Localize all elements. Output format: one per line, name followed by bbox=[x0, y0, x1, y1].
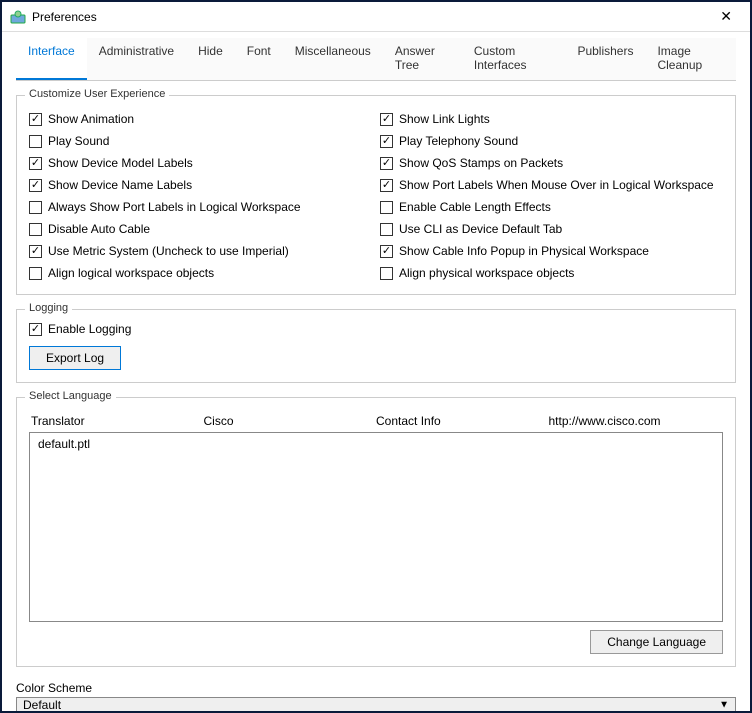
checkbox-left-3[interactable]: Show Device Name Labels bbox=[29, 176, 372, 194]
tab-publishers[interactable]: Publishers bbox=[565, 38, 645, 80]
checkbox-box[interactable] bbox=[380, 223, 393, 236]
checkbox-box[interactable] bbox=[380, 113, 393, 126]
ux-group: Customize User Experience Show Animation… bbox=[16, 95, 736, 295]
checkbox-label: Show Animation bbox=[48, 112, 134, 126]
checkbox-left-1[interactable]: Play Sound bbox=[29, 132, 372, 150]
checkbox-right-2[interactable]: Show QoS Stamps on Packets bbox=[380, 154, 723, 172]
checkbox-label: Play Sound bbox=[48, 134, 109, 148]
checkbox-box[interactable] bbox=[29, 323, 42, 336]
checkbox-label: Align logical workspace objects bbox=[48, 266, 214, 280]
ux-checkbox-grid: Show Animation Show Link Lights Play Sound… bbox=[29, 110, 723, 282]
close-button[interactable]: ✕ bbox=[710, 4, 742, 29]
checkbox-box[interactable] bbox=[29, 245, 42, 258]
enable-logging-checkbox[interactable]: Enable Logging bbox=[29, 320, 723, 338]
tab-bar: InterfaceAdministrativeHideFontMiscellan… bbox=[16, 38, 736, 81]
checkbox-label: Play Telephony Sound bbox=[399, 134, 518, 148]
change-language-button[interactable]: Change Language bbox=[590, 630, 723, 654]
checkbox-box[interactable] bbox=[29, 157, 42, 170]
window-title: Preferences bbox=[32, 10, 710, 24]
checkbox-left-4[interactable]: Always Show Port Labels in Logical Works… bbox=[29, 198, 372, 216]
tab-administrative[interactable]: Administrative bbox=[87, 38, 186, 80]
checkbox-label: Show Port Labels When Mouse Over in Logi… bbox=[399, 178, 714, 192]
color-scheme-label: Color Scheme bbox=[16, 681, 736, 695]
tab-font[interactable]: Font bbox=[235, 38, 283, 80]
preferences-window: Preferences ✕ InterfaceAdministrativeHid… bbox=[0, 0, 752, 713]
checkbox-box[interactable] bbox=[29, 267, 42, 280]
checkbox-box[interactable] bbox=[29, 223, 42, 236]
lang-header-contact: Contact Info bbox=[376, 414, 549, 428]
checkbox-left-0[interactable]: Show Animation bbox=[29, 110, 372, 128]
export-log-button[interactable]: Export Log bbox=[29, 346, 121, 370]
checkbox-label: Use Metric System (Uncheck to use Imperi… bbox=[48, 244, 289, 258]
checkbox-label: Disable Auto Cable bbox=[48, 222, 150, 236]
checkbox-right-6[interactable]: Show Cable Info Popup in Physical Worksp… bbox=[380, 242, 723, 260]
tab-hide[interactable]: Hide bbox=[186, 38, 235, 80]
logging-group: Logging Enable Logging Export Log bbox=[16, 309, 736, 383]
content-area: InterfaceAdministrativeHideFontMiscellan… bbox=[2, 32, 750, 711]
lang-header-translator: Translator bbox=[31, 414, 204, 428]
checkbox-right-7[interactable]: Align physical workspace objects bbox=[380, 264, 723, 282]
app-icon bbox=[10, 9, 26, 25]
language-group: Select Language Translator Cisco Contact… bbox=[16, 397, 736, 667]
checkbox-label: Show Link Lights bbox=[399, 112, 490, 126]
checkbox-label: Use CLI as Device Default Tab bbox=[399, 222, 562, 236]
checkbox-label: Enable Cable Length Effects bbox=[399, 200, 551, 214]
checkbox-left-6[interactable]: Use Metric System (Uncheck to use Imperi… bbox=[29, 242, 372, 260]
checkbox-label: Always Show Port Labels in Logical Works… bbox=[48, 200, 301, 214]
checkbox-box[interactable] bbox=[29, 179, 42, 192]
checkbox-label: Show Device Name Labels bbox=[48, 178, 192, 192]
checkbox-right-5[interactable]: Use CLI as Device Default Tab bbox=[380, 220, 723, 238]
checkbox-box[interactable] bbox=[380, 135, 393, 148]
tab-interface[interactable]: Interface bbox=[16, 38, 87, 80]
titlebar: Preferences ✕ bbox=[2, 2, 750, 32]
checkbox-box[interactable] bbox=[380, 245, 393, 258]
checkbox-box[interactable] bbox=[380, 201, 393, 214]
language-list[interactable]: default.ptl bbox=[29, 432, 723, 622]
checkbox-label: Show Device Model Labels bbox=[48, 156, 193, 170]
checkbox-label: Show Cable Info Popup in Physical Worksp… bbox=[399, 244, 649, 258]
checkbox-label: Align physical workspace objects bbox=[399, 266, 574, 280]
language-item[interactable]: default.ptl bbox=[38, 437, 714, 451]
ux-group-title: Customize User Experience bbox=[25, 88, 169, 100]
tab-miscellaneous[interactable]: Miscellaneous bbox=[283, 38, 383, 80]
tab-custom-interfaces[interactable]: Custom Interfaces bbox=[462, 38, 566, 80]
color-scheme-value: Default bbox=[23, 698, 61, 711]
logging-group-title: Logging bbox=[25, 302, 72, 314]
checkbox-left-5[interactable]: Disable Auto Cable bbox=[29, 220, 372, 238]
color-scheme-combo[interactable]: Default ▼ bbox=[16, 697, 736, 711]
lang-header-url: http://www.cisco.com bbox=[549, 414, 722, 428]
checkbox-box[interactable] bbox=[29, 135, 42, 148]
checkbox-label: Show QoS Stamps on Packets bbox=[399, 156, 563, 170]
language-headers: Translator Cisco Contact Info http://www… bbox=[29, 414, 723, 432]
checkbox-right-0[interactable]: Show Link Lights bbox=[380, 110, 723, 128]
checkbox-right-3[interactable]: Show Port Labels When Mouse Over in Logi… bbox=[380, 176, 723, 194]
checkbox-box[interactable] bbox=[29, 201, 42, 214]
checkbox-left-2[interactable]: Show Device Model Labels bbox=[29, 154, 372, 172]
checkbox-box[interactable] bbox=[380, 179, 393, 192]
checkbox-box[interactable] bbox=[380, 157, 393, 170]
checkbox-box[interactable] bbox=[29, 113, 42, 126]
tab-image-cleanup[interactable]: Image Cleanup bbox=[645, 38, 736, 80]
checkbox-box[interactable] bbox=[380, 267, 393, 280]
checkbox-left-7[interactable]: Align logical workspace objects bbox=[29, 264, 372, 282]
checkbox-right-4[interactable]: Enable Cable Length Effects bbox=[380, 198, 723, 216]
checkbox-label: Enable Logging bbox=[48, 322, 131, 336]
lang-header-vendor: Cisco bbox=[204, 414, 377, 428]
tab-answer-tree[interactable]: Answer Tree bbox=[383, 38, 462, 80]
language-group-title: Select Language bbox=[25, 390, 116, 402]
checkbox-right-1[interactable]: Play Telephony Sound bbox=[380, 132, 723, 150]
chevron-down-icon: ▼ bbox=[719, 700, 729, 711]
